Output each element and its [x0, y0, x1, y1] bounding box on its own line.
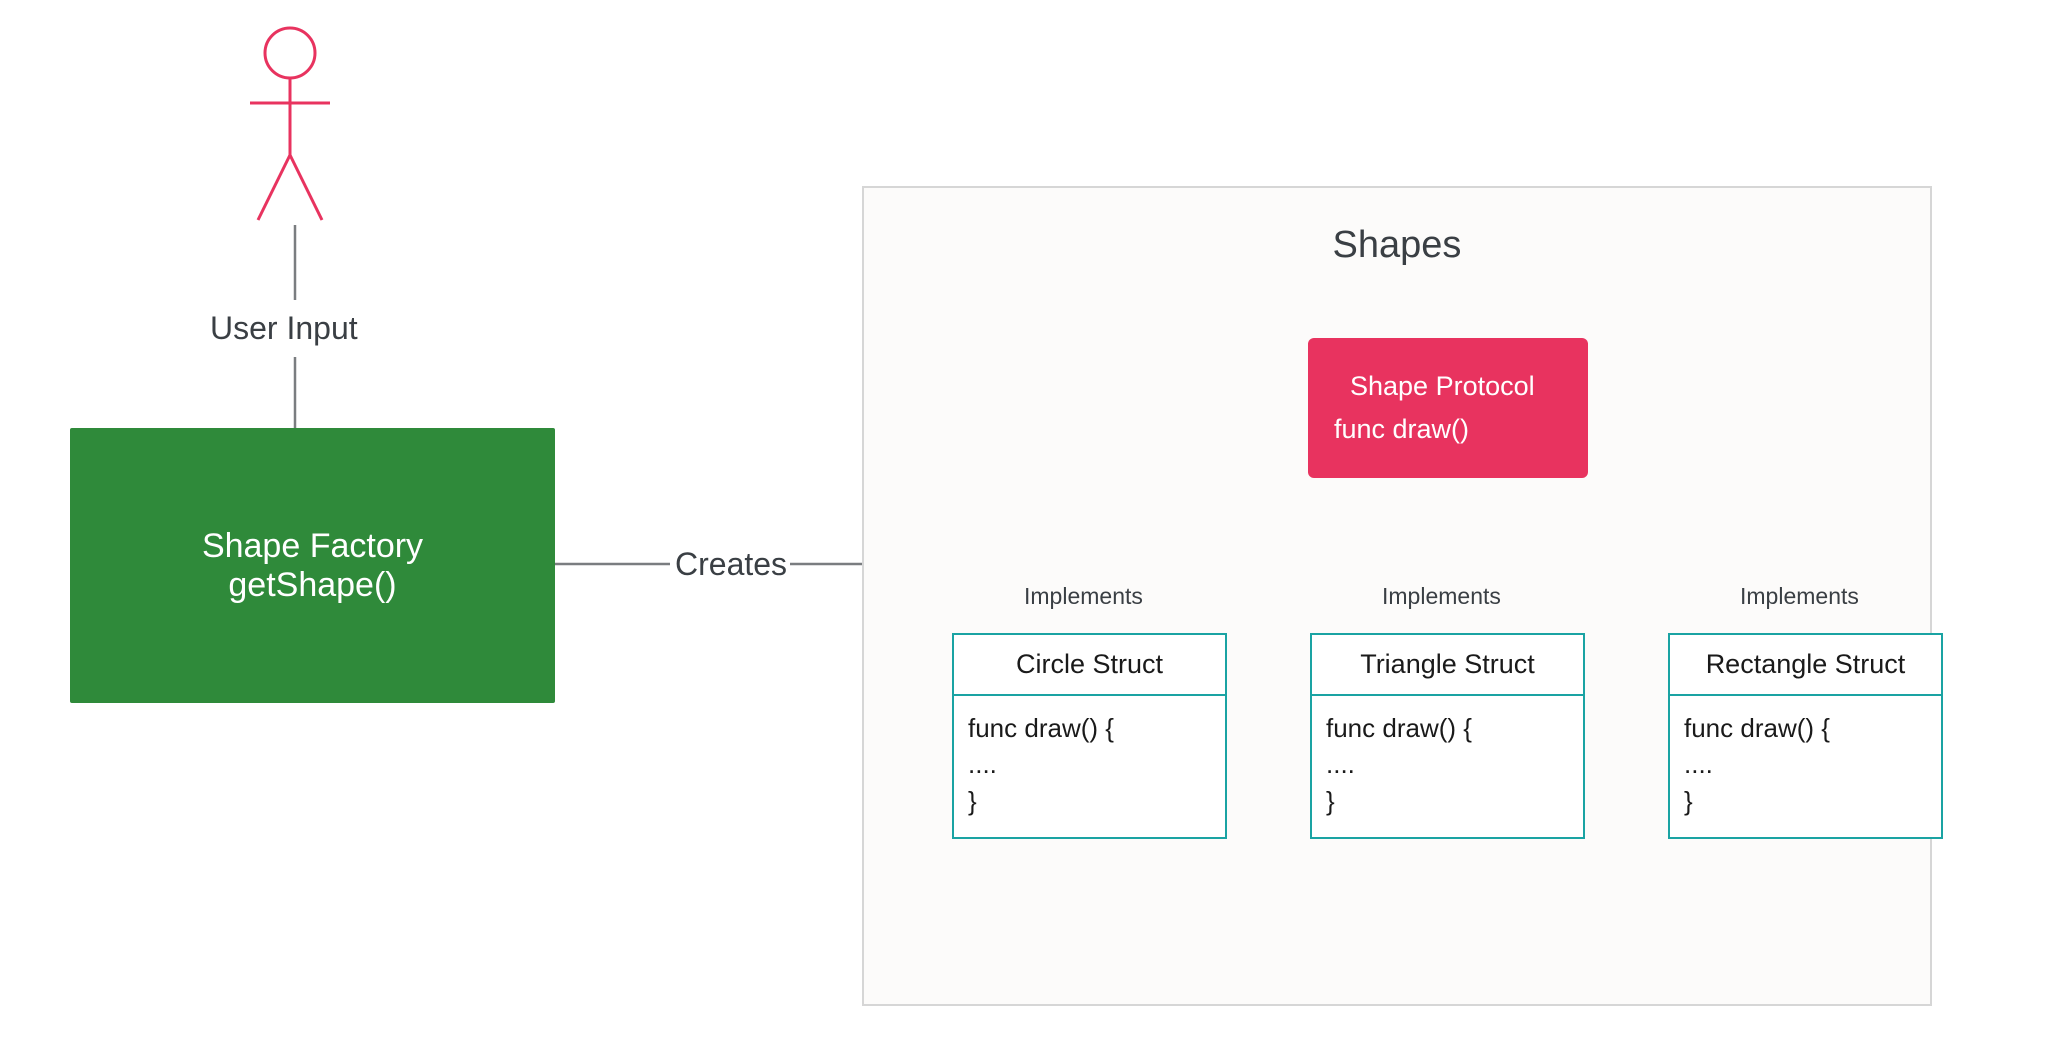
struct-name: Triangle Struct	[1312, 635, 1583, 696]
shapes-container: Shapes Shape Protocol func draw() Implem…	[862, 186, 1932, 1006]
factory-title: Shape Factory	[202, 527, 423, 566]
actor-icon	[240, 25, 340, 225]
shape-protocol-box: Shape Protocol func draw()	[1308, 338, 1588, 478]
protocol-title: Shape Protocol	[1350, 371, 1535, 402]
rectangle-struct-box: Rectangle Struct func draw() { .... }	[1668, 633, 1943, 839]
struct-name: Circle Struct	[954, 635, 1225, 696]
factory-pattern-diagram: User Input Shape Factory getShape() Crea…	[0, 0, 2048, 1052]
user-input-label: User Input	[210, 310, 358, 347]
struct-body: func draw() { .... }	[1312, 696, 1583, 837]
creates-label: Creates	[675, 546, 787, 583]
shape-factory-box: Shape Factory getShape()	[70, 428, 555, 703]
factory-method: getShape()	[228, 566, 396, 605]
struct-name: Rectangle Struct	[1670, 635, 1941, 696]
protocol-method: func draw()	[1334, 414, 1469, 445]
implements-label: Implements	[1024, 583, 1143, 610]
circle-struct-box: Circle Struct func draw() { .... }	[952, 633, 1227, 839]
struct-body: func draw() { .... }	[1670, 696, 1941, 837]
implements-label: Implements	[1382, 583, 1501, 610]
triangle-struct-box: Triangle Struct func draw() { .... }	[1310, 633, 1585, 839]
implements-label: Implements	[1740, 583, 1859, 610]
struct-body: func draw() { .... }	[954, 696, 1225, 837]
shapes-container-title: Shapes	[864, 224, 1930, 267]
